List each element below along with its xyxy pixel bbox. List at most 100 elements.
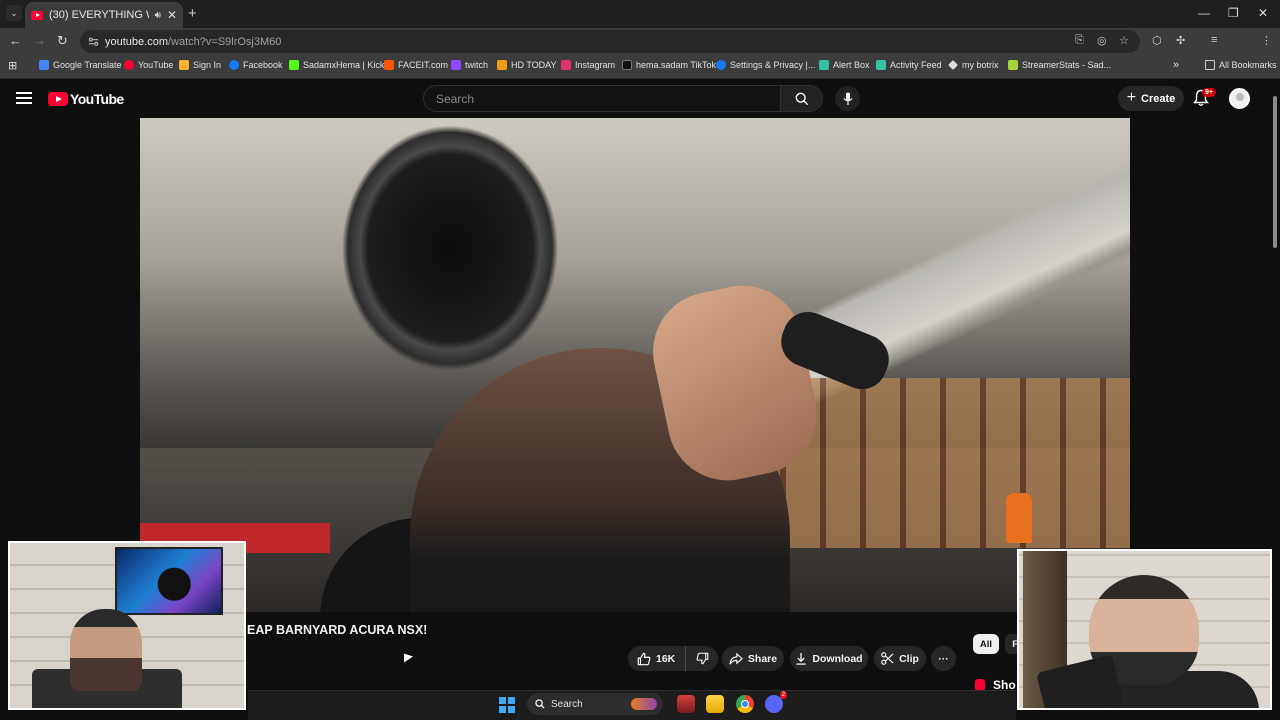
share-icon — [729, 652, 743, 665]
search-input[interactable] — [436, 91, 780, 106]
install-app-icon[interactable]: ⎘ — [1075, 34, 1084, 47]
bookmark-star-icon[interactable]: ☆ — [1119, 34, 1129, 47]
search-icon — [795, 92, 808, 105]
instagram-icon — [561, 60, 571, 70]
download-label: Download — [812, 652, 863, 665]
taskbar-search[interactable]: Search — [527, 693, 663, 715]
browser-tab-youtube[interactable]: (30) EVERYTHING WRONG 🔊︎ ✕ — [25, 2, 183, 28]
browser-toolbar: ← → ↻ youtube.com/watch?v=S9lrOsj3M60 ⎘ … — [0, 28, 1280, 75]
taskbar-file-explorer-icon[interactable] — [706, 695, 724, 713]
search-icon — [535, 699, 545, 709]
account-avatar[interactable] — [1229, 88, 1250, 109]
kick-icon — [289, 60, 299, 70]
menu-kebab-icon[interactable]: ⋮ — [1261, 34, 1272, 47]
minimize-button[interactable]: — — [1198, 6, 1210, 20]
audio-playing-icon[interactable]: 🔊︎ — [155, 10, 161, 21]
site-info-icon[interactable] — [88, 36, 99, 47]
bookmark-youtube[interactable]: YouTube — [124, 60, 173, 70]
bookmark-google-translate[interactable]: Google Translate — [39, 60, 122, 70]
forward-arrow-icon[interactable]: → — [33, 33, 46, 48]
youtube-icon — [124, 60, 134, 70]
back-arrow-icon[interactable]: ← — [9, 33, 22, 48]
bookmark-instagram[interactable]: Instagram — [561, 60, 615, 70]
bookmark-my-botrix[interactable]: my botrix — [948, 60, 999, 70]
create-button[interactable]: + Create — [1118, 86, 1184, 111]
close-window-button[interactable]: ✕ — [1258, 6, 1268, 20]
facebook-icon — [716, 60, 726, 70]
extension-badge-icon[interactable]: ⬡ — [1152, 34, 1162, 47]
more-horizontal-icon: ··· — [938, 652, 949, 665]
search-button[interactable] — [781, 85, 823, 112]
page-scrollbar-thumb[interactable] — [1273, 96, 1277, 248]
all-bookmarks-button[interactable]: All Bookmarks — [1205, 60, 1277, 70]
like-dislike-group: 16K — [628, 646, 718, 671]
scissors-icon — [881, 652, 894, 665]
new-tab-button[interactable]: + — [188, 5, 197, 22]
bookmark-settings-privacy[interactable]: Settings & Privacy |... — [716, 60, 815, 70]
more-actions-button[interactable]: ··· — [931, 646, 956, 671]
taskbar-discord-icon[interactable]: 2 — [765, 691, 787, 713]
video-frame-worker — [1006, 493, 1032, 543]
eye-off-icon[interactable]: ◎ — [1097, 34, 1107, 47]
tab-close-icon[interactable]: ✕ — [167, 8, 177, 22]
like-button[interactable]: 16K — [628, 646, 686, 671]
thumbs-up-icon — [637, 652, 651, 665]
tiktok-icon — [622, 60, 632, 70]
chevron-down-icon: ⌄ — [10, 7, 18, 18]
share-button[interactable]: Share — [722, 646, 784, 671]
bookmark-facebook[interactable]: Facebook — [229, 60, 283, 70]
youtube-logo[interactable]: YouTube — [48, 91, 124, 107]
bookmark-kick[interactable]: SadamxHema | Kick — [289, 60, 384, 70]
twitch-icon — [451, 60, 461, 70]
address-bar[interactable]: youtube.com/watch?v=S9lrOsj3M60 — [80, 30, 1140, 53]
search-highlight-icon — [631, 698, 657, 710]
bookmarks-overflow-button[interactable]: » — [1173, 59, 1179, 71]
dislike-button[interactable] — [686, 652, 718, 665]
webcam-left-person — [70, 609, 142, 691]
notification-count-badge: 9+ — [1202, 88, 1216, 97]
extensions-puzzle-icon[interactable]: ✣ — [1176, 34, 1185, 47]
tab-search-button[interactable]: ⌄ — [6, 5, 22, 21]
reload-icon[interactable]: ↻ — [57, 33, 68, 49]
tab-title: (30) EVERYTHING WRONG — [49, 9, 149, 21]
folder-icon — [1205, 60, 1215, 70]
bookmark-hd-today[interactable]: HD TODAY — [497, 60, 557, 70]
apps-grid-icon[interactable]: ⊞ — [8, 59, 17, 72]
bookmark-twitch[interactable]: twitch — [451, 60, 488, 70]
clip-button[interactable]: Clip — [874, 646, 926, 671]
bookmark-alert-box[interactable]: Alert Box — [819, 60, 870, 70]
youtube-logo-text: YouTube — [70, 91, 124, 107]
sign-in-icon — [179, 60, 189, 70]
plus-icon: + — [1126, 88, 1137, 106]
taskbar-search-label: Search — [551, 698, 583, 710]
bookmark-sign-in[interactable]: Sign In — [179, 60, 221, 70]
webcam-overlay-left — [8, 541, 246, 710]
taskbar-chrome-icon[interactable] — [736, 695, 754, 713]
streamlabs-icon — [876, 60, 886, 70]
bookmark-streamerstats[interactable]: StreamerStats - Sad... — [1008, 60, 1111, 70]
bookmark-activity-feed[interactable]: Activity Feed — [876, 60, 942, 70]
bookmark-tiktok[interactable]: hema.sadam TikTok — [622, 60, 716, 70]
google-translate-icon — [39, 60, 49, 70]
chip-all[interactable]: All — [973, 634, 999, 654]
video-player[interactable] — [140, 118, 1130, 612]
windows-start-icon[interactable] — [499, 697, 515, 713]
voice-search-button[interactable] — [835, 86, 860, 111]
search-box[interactable] — [423, 85, 781, 112]
youtube-favicon-icon — [31, 10, 43, 20]
discord-badge: 2 — [779, 691, 787, 699]
like-count: 16K — [656, 652, 676, 665]
reading-list-icon[interactable]: ≡ — [1211, 34, 1217, 46]
bookmark-faceit[interactable]: FACEIT.com — [384, 60, 448, 70]
restore-button[interactable]: ❐ — [1228, 6, 1239, 20]
botrix-icon — [948, 60, 958, 70]
streamlabs-icon — [819, 60, 829, 70]
share-label: Share — [747, 652, 778, 665]
video-title: EAP BARNYARD ACURA NSX! — [247, 623, 428, 637]
browser-tab-bar: ⌄ (30) EVERYTHING WRONG 🔊︎ ✕ + — ❐ ✕ — [0, 0, 1280, 28]
webcam-overlay-right — [1017, 549, 1272, 710]
streamerstats-icon — [1008, 60, 1018, 70]
download-button[interactable]: Download — [790, 646, 868, 671]
hamburger-menu-icon[interactable] — [16, 92, 32, 104]
taskbar-calculator-icon[interactable] — [677, 695, 695, 713]
